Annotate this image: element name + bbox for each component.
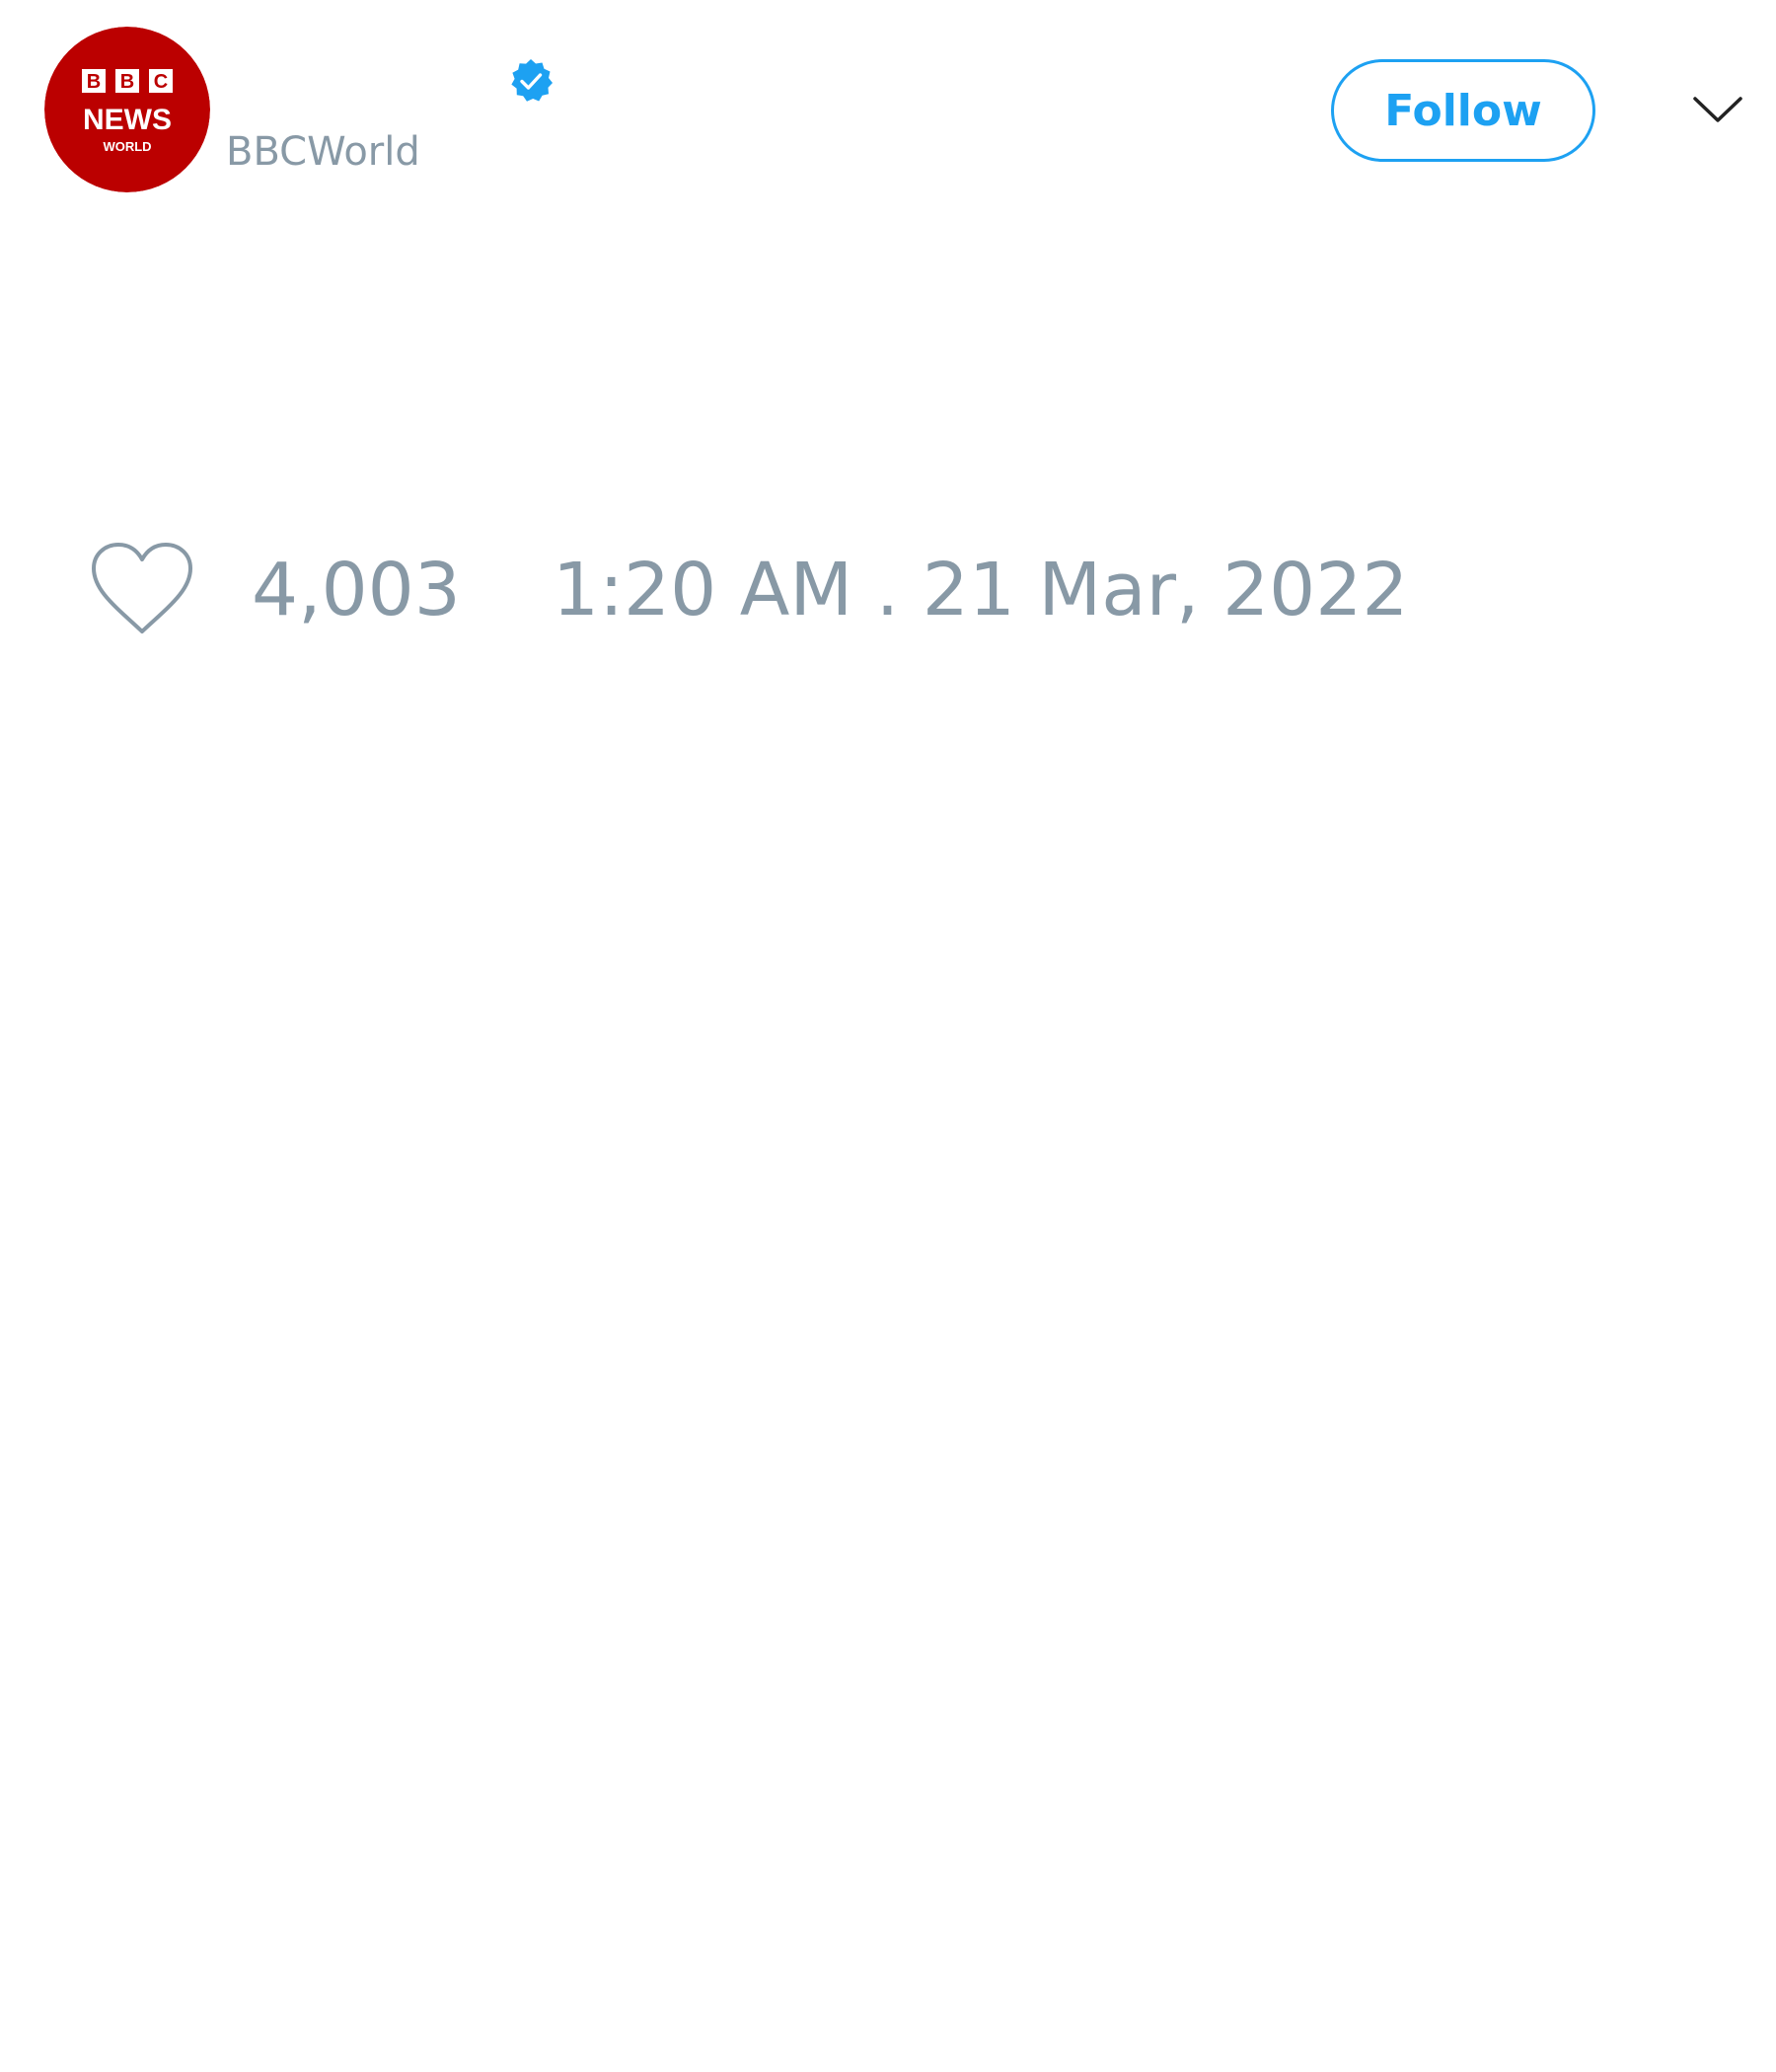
chevron-down-icon[interactable] bbox=[1691, 89, 1744, 128]
avatar[interactable]: B B C NEWS WORLD bbox=[44, 27, 210, 192]
svg-text:B: B bbox=[87, 71, 101, 93]
svg-text:NEWS: NEWS bbox=[83, 104, 172, 136]
svg-text:B: B bbox=[120, 71, 134, 93]
follow-button[interactable]: Follow bbox=[1331, 59, 1595, 162]
tweet-timestamp[interactable]: 1:20 AM . 21 Mar, 2022 bbox=[553, 543, 1408, 637]
like-count: 4,003 bbox=[252, 548, 461, 632]
verified-badge-icon bbox=[507, 57, 555, 105]
author-handle[interactable]: BBCWorld bbox=[226, 124, 420, 180]
bbc-news-world-logo: B B C NEWS WORLD bbox=[44, 27, 210, 192]
svg-text:WORLD: WORLD bbox=[103, 139, 151, 154]
svg-text:C: C bbox=[154, 71, 168, 93]
heart-icon[interactable] bbox=[89, 541, 195, 637]
